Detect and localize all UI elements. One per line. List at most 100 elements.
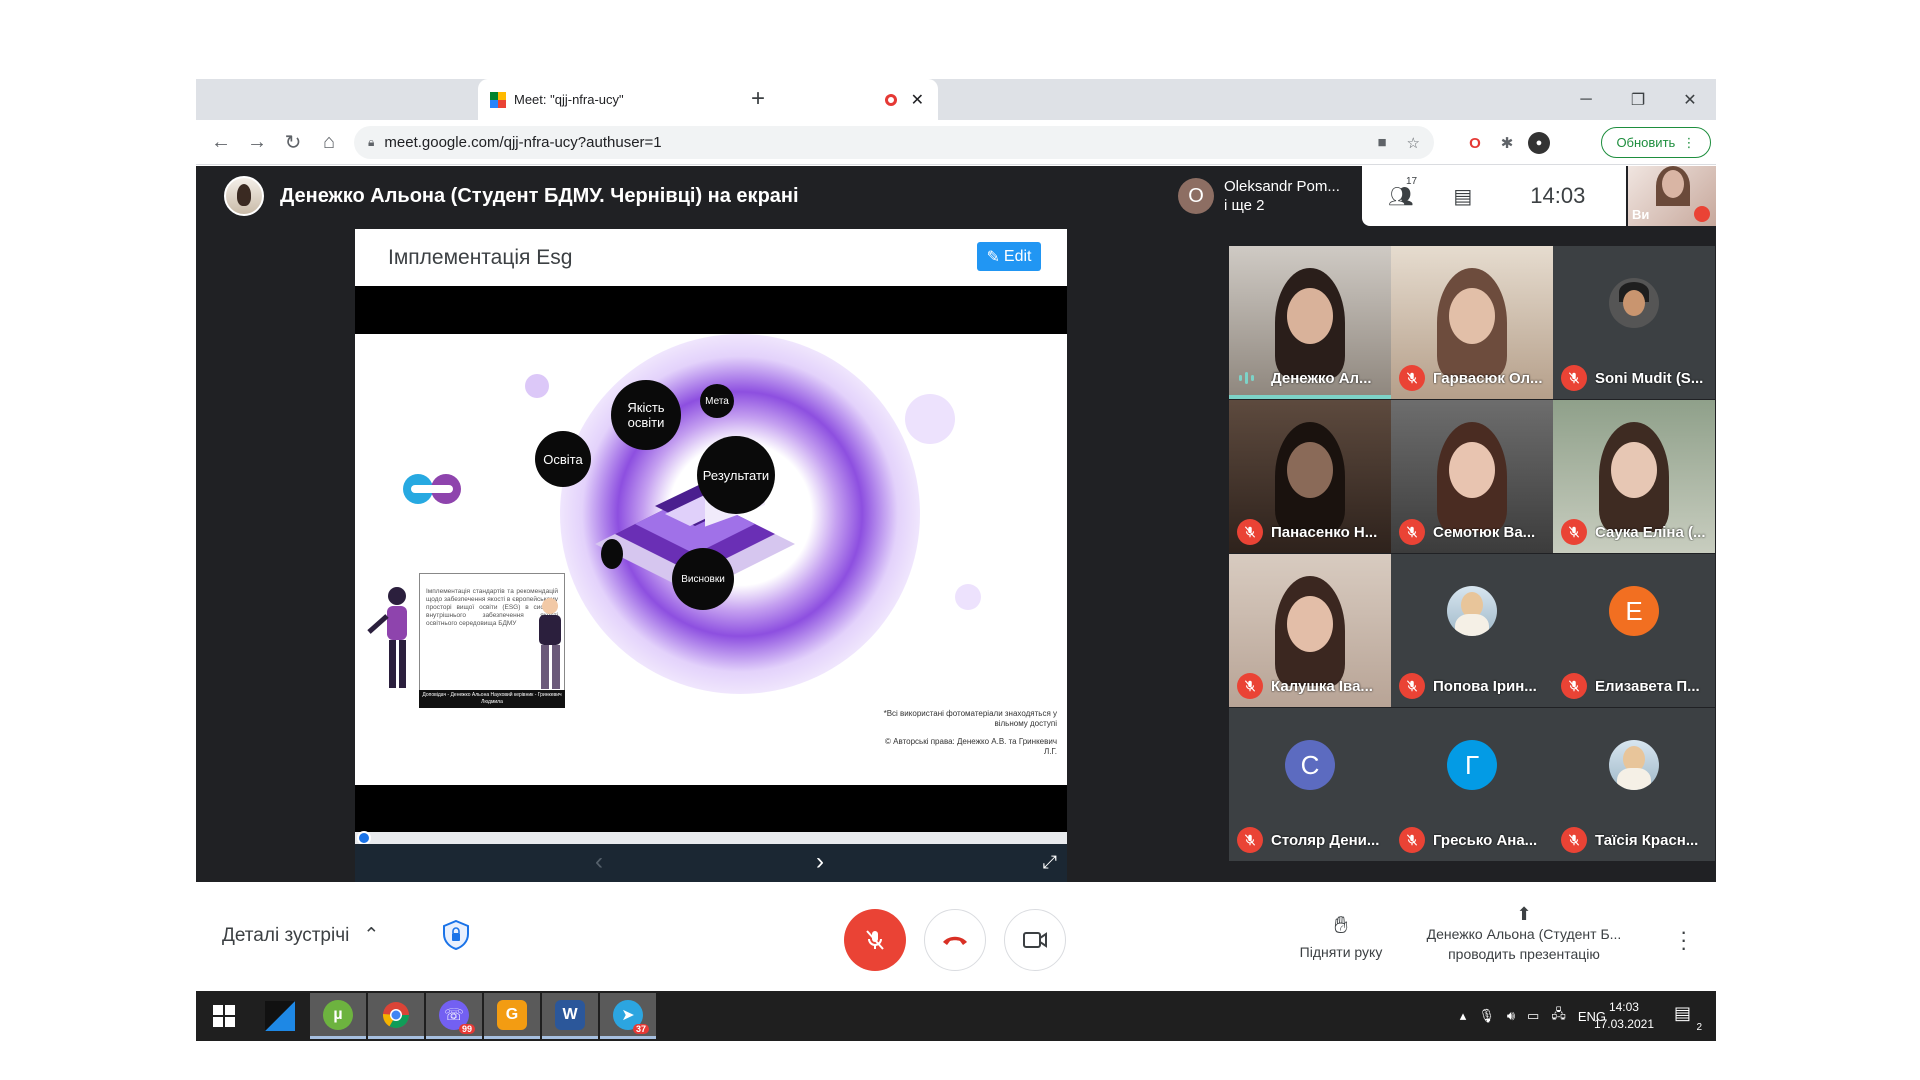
windows-taskbar: µ ☏ 99 G W ➤ 37 ▴ 🎙︎ 🔊︎ ▭ 🖧︎ ENG 14:03 17.… [196,991,1716,1041]
mic-off-icon [1399,519,1425,545]
forward-arrow-icon[interactable]: → [244,129,270,155]
participant-name: Семотюк Ва... [1433,524,1536,541]
presenter-bar: Денежко Альона (Студент БДМУ. Чернівці) … [196,166,1156,226]
slide-footnote: *Всі використані фотоматеріали знаходять… [877,709,1057,757]
slide-header: Імплементація Esg ✎ Edit [355,229,1067,286]
participant-tile[interactable]: Калушка Іва... [1229,554,1391,707]
meeting-details-button[interactable]: Деталі зустрічі ⌃ [222,924,379,947]
participant-tile[interactable]: Семотюк Ва... [1391,400,1553,553]
edit-label: Edit [1003,247,1032,265]
tab-close-icon[interactable]: ✕ [911,90,924,110]
slide-logo-icon [403,474,461,504]
slide-next-icon[interactable]: › [816,848,824,876]
opera-extension-icon[interactable]: O [1464,132,1486,154]
mic-off-icon [1561,827,1587,853]
camera-permission-icon[interactable]: ■ [1377,134,1386,151]
window-minimize-button[interactable]: ─ [1560,79,1612,120]
participant-tile[interactable]: Саука Еліна (... [1553,400,1715,553]
participant-tile[interactable]: С Столяр Дени... [1229,708,1391,861]
participant-avatar [1447,586,1497,636]
participants-icon[interactable]: 👥︎ 17 [1388,176,1417,209]
notification-count: 2 [1696,1022,1702,1033]
browser-toolbar: ← → ↻ ⌂ 🔒︎ meet.google.com/qjj-nfra-ucy?… [196,120,1716,165]
participant-name: Калушка Іва... [1271,678,1373,695]
participant-avatar [1609,740,1659,790]
participant-video-face [1449,442,1495,498]
participant-tile[interactable]: Таїсія Красн... [1553,708,1715,861]
self-view-tile[interactable]: Ви [1628,166,1716,226]
lock-icon: 🔒︎ [368,135,375,149]
camera-toggle-button[interactable] [1004,909,1066,971]
chevron-up-icon: ⌃ [363,925,380,946]
others-presenting-pill[interactable]: O Oleksandr Pom... і ще 2 [1164,166,1356,226]
slide-prev-icon[interactable]: ‹ [595,848,603,876]
participant-avatar [1609,278,1659,328]
window-maximize-button[interactable]: ❐ [1612,79,1664,120]
telegram-badge: 37 [632,1023,649,1034]
reload-icon[interactable]: ↻ [280,129,306,155]
utorrent-icon[interactable]: µ [310,993,366,1039]
back-arrow-icon[interactable]: ← [208,129,234,155]
powerpoint-icon[interactable]: G [484,993,540,1039]
viber-icon[interactable]: ☏ 99 [426,993,482,1039]
battery-tray-icon[interactable]: ▭ [1527,1008,1539,1024]
hang-up-button[interactable] [924,909,986,971]
participant-tile[interactable]: Попова Ірин... [1391,554,1553,707]
participant-tile[interactable]: Е Елизавета П... [1553,554,1715,707]
participant-name: Гарвасюк Ол... [1433,370,1543,387]
presentation-status-button[interactable]: ⬆︎ Денежко Альона (Студент Б... проводит… [1424,904,1624,964]
home-icon[interactable]: ⌂ [316,129,342,155]
participant-tile[interactable]: Г Гресько Ана... [1391,708,1553,861]
host-controls-shield-icon[interactable] [440,918,472,952]
tray-expand-icon[interactable]: ▴ [1460,1008,1467,1024]
meet-stage: Денежко Альона (Студент БДМУ. Чернівці) … [196,166,1716,882]
slide-controls: ‹ › ⤢ [355,844,1067,882]
participant-letter-avatar: С [1285,740,1335,790]
windows-start-icon[interactable] [196,993,252,1039]
slide-person-illustration [367,587,407,688]
taskbar-app-icon[interactable] [252,993,308,1039]
word-icon[interactable]: W [542,993,598,1039]
participant-letter-avatar: Г [1447,740,1497,790]
viber-badge: 99 [458,1023,475,1034]
slide-progress-handle[interactable] [357,831,371,845]
slide-deco-oval [601,539,623,569]
mic-off-icon [1237,827,1263,853]
bookmark-star-icon[interactable]: ☆ [1407,134,1420,152]
address-bar[interactable]: 🔒︎ meet.google.com/qjj-nfra-ucy?authuser… [354,126,1434,159]
phone-hangup-icon [943,936,967,945]
new-tab-button[interactable]: + [751,85,765,113]
taskbar-clock[interactable]: 14:03 17.03.2021 [1594,999,1654,1033]
notifications-icon[interactable]: ▤ 2 [1674,1003,1702,1033]
bubble-goal: Мета [700,384,734,418]
network-tray-icon[interactable]: 🖧︎ [1551,1005,1566,1027]
participant-tile[interactable]: Гарвасюк Ол... [1391,246,1553,399]
chat-icon[interactable]: ▤ [1453,184,1472,209]
slide-footnote-line: *Всі використані фотоматеріали знаходять… [883,709,1057,728]
slide-edit-button[interactable]: ✎ Edit [977,242,1041,271]
extensions-puzzle-icon[interactable]: ✱ [1496,132,1518,154]
participant-tile[interactable]: Soni Mudit (S... [1553,246,1715,399]
mic-toggle-button[interactable] [844,909,906,971]
participant-tile[interactable]: Денежко Ал... [1229,246,1391,399]
taskbar-date: 17.03.2021 [1593,1017,1654,1031]
microphone-tray-icon[interactable]: 🎙︎ [1478,1008,1495,1024]
browser-update-button[interactable]: Обновить ⋮ [1601,127,1711,158]
participant-tile[interactable]: Панасенко Н... [1229,400,1391,553]
window-close-button[interactable]: ✕ [1664,79,1716,120]
participant-video-face [1287,442,1333,498]
camera-icon [1023,932,1047,948]
more-options-icon[interactable]: · · · [1680,921,1687,959]
slide-progress-bar[interactable] [355,831,1067,845]
mic-off-icon [1399,827,1425,853]
volume-tray-icon[interactable]: 🔊︎ [1507,1008,1515,1024]
telegram-icon[interactable]: ➤ 37 [600,993,656,1039]
profile-avatar-icon[interactable]: ● [1528,132,1550,154]
browser-tab-meet[interactable]: Meet: "qjj-nfra-ucy" ✕ [478,79,938,120]
mic-off-icon [866,930,884,950]
raise-hand-button[interactable]: ✋︎ Підняти руку [1286,912,1396,960]
fullscreen-icon[interactable]: ⤢ [1043,852,1057,873]
slide-person-illustration [539,598,561,689]
chrome-icon[interactable] [368,993,424,1039]
mic-off-icon [1561,519,1587,545]
